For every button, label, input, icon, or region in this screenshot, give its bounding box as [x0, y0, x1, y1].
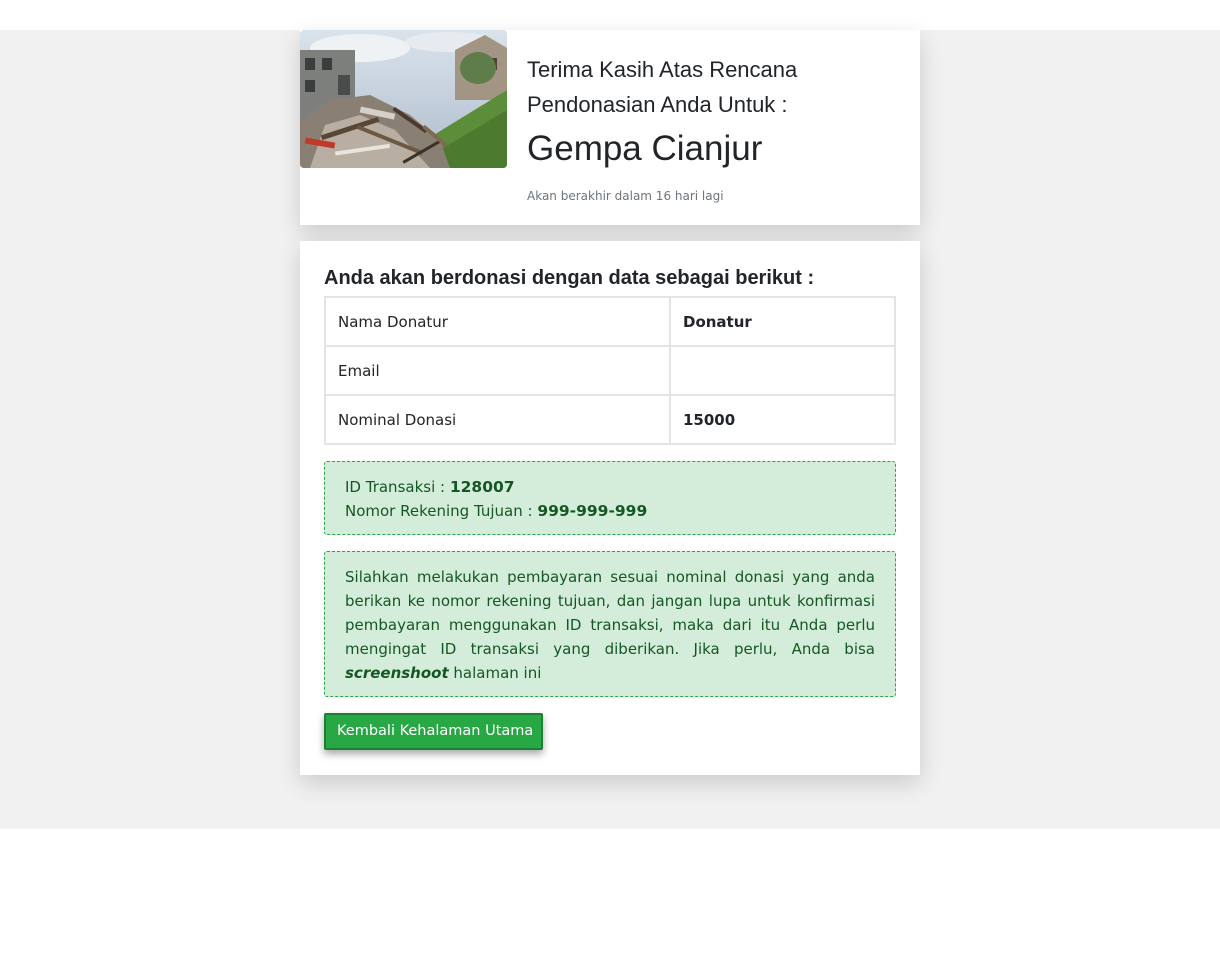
table-row: Nominal Donasi 15000 [324, 394, 896, 445]
transaction-alert: ID Transaksi : 128007 Nomor Rekening Tuj… [324, 461, 896, 535]
back-to-home-button[interactable]: Kembali Kehalaman Utama [324, 713, 543, 750]
account-number-label: Nomor Rekening Tujuan : [345, 502, 538, 520]
countdown-text: Akan berakhir dalam 16 hari lagi [527, 189, 724, 203]
campaign-photo [300, 30, 507, 168]
instructions-emphasis: screenshoot [345, 664, 449, 682]
thanks-message: Terima Kasih Atas Rencana Pendonasian An… [527, 57, 798, 117]
donor-name-label: Nama Donatur [324, 296, 671, 347]
amount-label: Nominal Donasi [324, 394, 671, 445]
instructions-text-end: halaman ini [448, 664, 542, 682]
table-row: Nama Donatur Donatur [324, 296, 896, 347]
amount-value: 15000 [669, 394, 896, 445]
table-row: Email [324, 345, 896, 396]
payment-instructions: Silahkan melakukan pembayaran sesuai nom… [324, 551, 896, 697]
transaction-id-label: ID Transaksi : [345, 478, 450, 496]
summary-heading: Anda akan berdonasi dengan data sebagai … [324, 267, 815, 289]
campaign-card: Terima Kasih Atas Rencana Pendonasian An… [300, 30, 920, 225]
email-value [669, 345, 896, 396]
transaction-id-value: 128007 [449, 478, 515, 496]
donor-name-value: Donatur [669, 296, 896, 347]
donation-details-table: Nama Donatur Donatur Email Nominal Donas… [324, 296, 896, 445]
donation-summary-card: Anda akan berdonasi dengan data sebagai … [300, 241, 920, 775]
email-label: Email [324, 345, 671, 396]
campaign-title: Gempa Cianjur [527, 129, 763, 168]
account-number-value: 999-999-999 [537, 502, 648, 520]
instructions-text: Silahkan melakukan pembayaran sesuai nom… [345, 568, 875, 658]
transaction-id-line: ID Transaksi : 128007 [345, 475, 875, 499]
account-number-line: Nomor Rekening Tujuan : 999-999-999 [345, 499, 875, 523]
